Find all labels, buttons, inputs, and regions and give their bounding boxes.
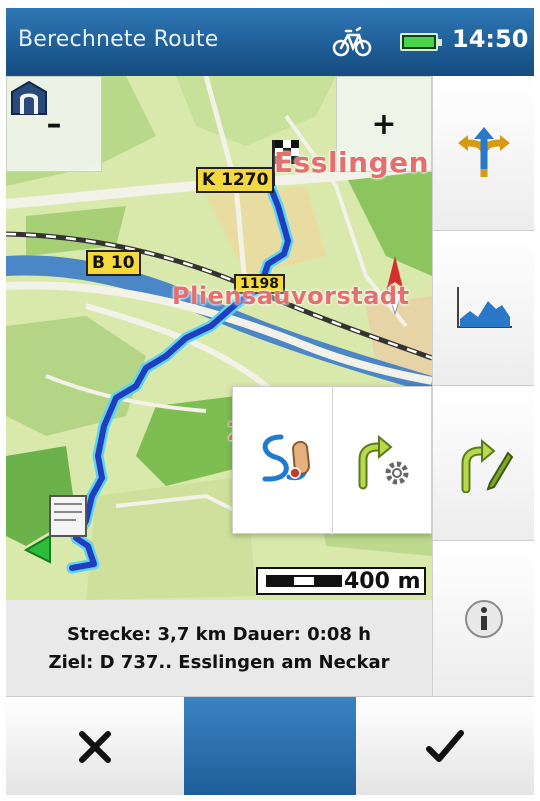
place-label: Esslingen — [274, 146, 430, 179]
route-alternatives-icon — [458, 127, 510, 177]
cancel-button[interactable] — [6, 697, 184, 795]
status-bar: Berechnete Route 14:50 — [6, 8, 534, 76]
route-alternatives-button[interactable] — [433, 76, 534, 231]
route-settings-button[interactable] — [333, 387, 433, 535]
scale-segment — [316, 575, 342, 587]
scale-bar: 400 m — [256, 567, 426, 595]
distance-duration-text: Strecke: 3,7 km Dauer: 0:08 h — [67, 624, 371, 645]
battery-icon — [400, 33, 442, 51]
place-label: Pliensauvorstadt — [172, 282, 410, 310]
route-info-button[interactable] — [433, 541, 534, 696]
destination-text: Ziel: D 737.. Esslingen am Neckar — [48, 652, 390, 673]
scale-segment — [292, 575, 316, 587]
freehand-route-button[interactable] — [233, 387, 333, 535]
confirm-button[interactable] — [356, 697, 534, 795]
check-icon — [426, 729, 464, 762]
scale-segment — [266, 575, 292, 587]
bicycle-icon — [332, 26, 372, 57]
battery-nub — [438, 39, 442, 46]
close-icon — [79, 730, 111, 763]
scale-label: 400 m — [344, 569, 421, 594]
device-screen: Berechnete Route 14:50 – + K 1270 B 10 1… — [6, 8, 534, 795]
right-sidebar — [432, 76, 534, 696]
middle-action-button[interactable] — [184, 697, 356, 795]
edit-route-icon — [461, 438, 514, 493]
battery-fill — [404, 37, 434, 47]
elevation-profile-button[interactable] — [433, 231, 534, 386]
bottom-bar — [6, 696, 534, 795]
route-settings-icon — [358, 434, 409, 490]
elevation-profile-icon — [457, 287, 512, 328]
route-options-popup — [232, 386, 433, 535]
info-icon — [465, 599, 503, 638]
screen-title: Berechnete Route — [18, 27, 219, 52]
road-label: K 1270 — [196, 167, 275, 193]
freehand-route-icon — [262, 434, 310, 482]
clock: 14:50 — [452, 25, 529, 53]
edit-route-button[interactable] — [433, 386, 534, 541]
road-label: B 10 — [86, 250, 141, 276]
route-info-bar: Strecke: 3,7 km Dauer: 0:08 h Ziel: D 73… — [6, 600, 432, 696]
map-layers-icon[interactable] — [6, 76, 52, 122]
